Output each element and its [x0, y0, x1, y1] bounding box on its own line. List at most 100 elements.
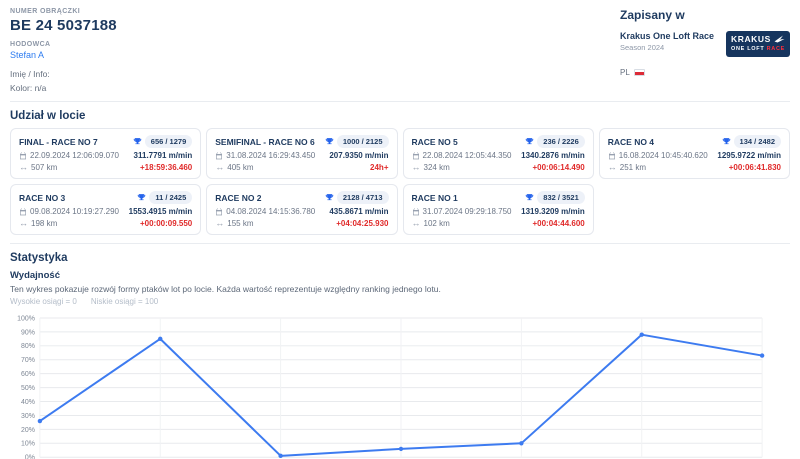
- performance-chart: 0%10%20%30%40%50%60%70%80%90%100%RACE NO…: [10, 310, 790, 459]
- trophy-icon: [325, 137, 334, 146]
- race-time-diff: +00:04:44.600: [532, 219, 584, 228]
- race-distance: 324 km: [424, 163, 450, 172]
- distance-icon: ↔: [412, 219, 421, 228]
- breeder-link[interactable]: Stefan A: [10, 50, 117, 60]
- svg-text:40%: 40%: [21, 399, 35, 406]
- rank-badge: 656 / 1279: [145, 135, 192, 148]
- race-speed: 1553.4915 m/min: [129, 207, 193, 216]
- logo-text: KRAKUS: [731, 35, 771, 44]
- distance-icon: ↔: [608, 163, 617, 172]
- calendar-icon: [608, 152, 616, 160]
- race-distance: 102 km: [424, 219, 450, 228]
- svg-text:30%: 30%: [21, 413, 35, 420]
- logo-subtext-red: RACE: [767, 46, 785, 52]
- distance-icon: ↔: [215, 219, 224, 228]
- race-datetime: 04.08.2024 14:15:36.780: [226, 207, 315, 216]
- svg-text:50%: 50%: [21, 385, 35, 392]
- distance-icon: ↔: [19, 163, 28, 172]
- distance-icon: ↔: [215, 163, 224, 172]
- rank-badge: 2128 / 4713: [337, 191, 389, 204]
- enrollment-title: Zapisany w: [620, 8, 790, 22]
- race-datetime: 09.08.2024 10:19:27.290: [30, 207, 119, 216]
- country-code: PL: [620, 68, 630, 77]
- race-title: RACE NO 1: [412, 193, 458, 203]
- race-title: RACE NO 3: [19, 193, 65, 203]
- trophy-icon: [133, 137, 142, 146]
- race-title: RACE NO 4: [608, 137, 654, 147]
- stats-subtitle: Wydajność: [10, 270, 790, 281]
- race-time-diff: +00:06:14.490: [532, 163, 584, 172]
- rank-badge: 1000 / 2125: [337, 135, 389, 148]
- race-time-diff: +18:59:36.460: [140, 163, 192, 172]
- enrollment-race-name: Krakus One Loft Race: [620, 31, 714, 41]
- calendar-icon: [19, 152, 27, 160]
- race-card-3[interactable]: RACE NO 3 11 / 2425 09.08.2024 10:19:27.…: [10, 184, 201, 235]
- rank-badge: 134 / 2482: [734, 135, 781, 148]
- race-distance: 155 km: [227, 219, 253, 228]
- calendar-icon: [19, 208, 27, 216]
- stats-description: Ten wykres pokazuje rozwój formy ptaków …: [10, 284, 790, 294]
- race-distance: 405 km: [227, 163, 253, 172]
- race-card-semifinal-6[interactable]: SEMIFINAL - RACE NO 6 1000 / 2125 31.08.…: [206, 128, 397, 179]
- race-speed: 207.9350 m/min: [329, 151, 388, 160]
- race-title: RACE NO 5: [412, 137, 458, 147]
- race-time-diff: +04:04:25.930: [336, 219, 388, 228]
- svg-text:80%: 80%: [21, 343, 35, 350]
- color-info: Kolor: n/a: [10, 83, 117, 93]
- race-title: RACE NO 2: [215, 193, 261, 203]
- race-speed: 311.7791 m/min: [134, 151, 193, 160]
- race-datetime: 22.08.2024 12:05:44.350: [423, 151, 512, 160]
- calendar-icon: [215, 152, 223, 160]
- svg-text:60%: 60%: [21, 371, 35, 378]
- logo-subtext-white: ONE LOFT: [731, 46, 764, 52]
- svg-text:10%: 10%: [21, 441, 35, 448]
- calendar-icon: [215, 208, 223, 216]
- race-time-diff: +00:00:09.550: [140, 219, 192, 228]
- ring-number-label: NUMER OBRĄCZKI: [10, 8, 117, 15]
- enrollment-panel: Zapisany w Krakus One Loft Race Season 2…: [620, 8, 790, 77]
- poland-flag-icon: [634, 69, 645, 76]
- page: NUMER OBRĄCZKI BE 24 5037188 HODOWCA Ste…: [0, 0, 800, 459]
- race-cards-grid: FINAL - RACE NO 7 656 / 1279 22.09.2024 …: [10, 128, 790, 235]
- performance-chart-container: 0%10%20%30%40%50%60%70%80%90%100%RACE NO…: [10, 310, 790, 459]
- stats-note-low: Niskie osiągi = 100: [91, 297, 158, 306]
- race-distance: 198 km: [31, 219, 57, 228]
- race-speed: 1319.3209 m/min: [521, 207, 585, 216]
- country-row: PL: [620, 68, 790, 77]
- races-section-title: Udział w locie: [10, 110, 790, 122]
- trophy-icon: [525, 193, 534, 202]
- enrollment-season: Season 2024: [620, 43, 714, 52]
- rank-badge: 236 / 2226: [537, 135, 584, 148]
- krakus-logo[interactable]: KRAKUS ONE LOFT RACE: [726, 31, 790, 57]
- calendar-icon: [412, 152, 420, 160]
- race-time-diff: 24h+: [370, 163, 388, 172]
- pigeon-identity: NUMER OBRĄCZKI BE 24 5037188 HODOWCA Ste…: [10, 8, 117, 93]
- trophy-icon: [525, 137, 534, 146]
- rank-badge: 832 / 3521: [537, 191, 584, 204]
- race-speed: 1340.2876 m/min: [521, 151, 585, 160]
- race-speed: 1295.9722 m/min: [717, 151, 781, 160]
- race-card-2[interactable]: RACE NO 2 2128 / 4713 04.08.2024 14:15:3…: [206, 184, 397, 235]
- trophy-icon: [137, 193, 146, 202]
- race-distance: 507 km: [31, 163, 57, 172]
- ring-number: BE 24 5037188: [10, 17, 117, 34]
- trophy-icon: [722, 137, 731, 146]
- race-datetime: 31.08.2024 16:29:43.450: [226, 151, 315, 160]
- race-title: SEMIFINAL - RACE NO 6: [215, 137, 315, 147]
- distance-icon: ↔: [412, 163, 421, 172]
- enrollment-race-info: Krakus One Loft Race Season 2024: [620, 31, 714, 52]
- header: NUMER OBRĄCZKI BE 24 5037188 HODOWCA Ste…: [10, 5, 790, 102]
- race-datetime: 31.07.2024 09:29:18.750: [423, 207, 512, 216]
- svg-text:70%: 70%: [21, 357, 35, 364]
- race-card-1[interactable]: RACE NO 1 832 / 3521 31.07.2024 09:29:18…: [403, 184, 594, 235]
- race-card-4[interactable]: RACE NO 4 134 / 2482 16.08.2024 10:45:40…: [599, 128, 790, 179]
- name-info: Imię / Info:: [10, 69, 117, 79]
- race-datetime: 16.08.2024 10:45:40.620: [619, 151, 708, 160]
- race-card-final-7[interactable]: FINAL - RACE NO 7 656 / 1279 22.09.2024 …: [10, 128, 201, 179]
- race-title: FINAL - RACE NO 7: [19, 137, 98, 147]
- race-card-5[interactable]: RACE NO 5 236 / 2226 22.08.2024 12:05:44…: [403, 128, 594, 179]
- svg-text:20%: 20%: [21, 427, 35, 434]
- rank-badge: 11 / 2425: [149, 191, 192, 204]
- stats-note: Wysokie osiągi = 0 Niskie osiągi = 100: [10, 297, 790, 306]
- trophy-icon: [325, 193, 334, 202]
